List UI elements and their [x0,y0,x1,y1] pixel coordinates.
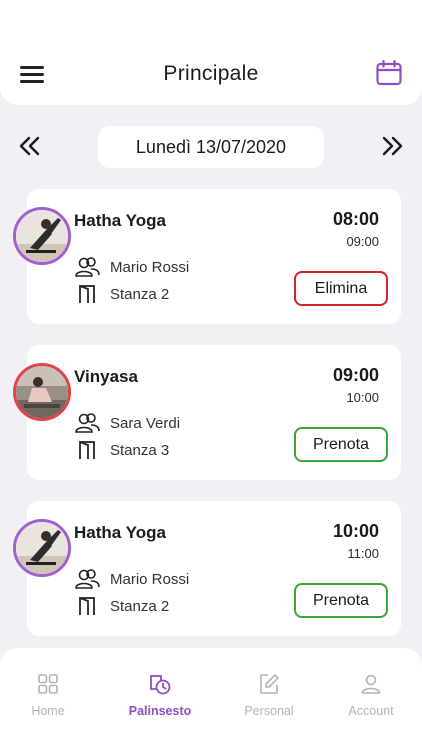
tab-personal[interactable]: Personal [224,672,314,720]
end-time: 10:00 [346,390,379,405]
schedule-icon [148,672,172,696]
instructor-row: Mario Rossi [74,568,189,590]
grid-icon [36,672,60,696]
top-header: Principale [0,0,422,105]
tab-label: Account [348,704,394,718]
door-icon [74,439,100,461]
class-name: Hatha Yoga [74,523,166,542]
room-name: Stanza 3 [110,441,170,459]
start-time: 08:00 [332,209,379,229]
door-icon [74,595,100,617]
instructor-avatar [13,207,71,265]
calendar-icon[interactable] [375,59,403,87]
instructor-row: Sara Verdi [74,412,180,434]
double-chevron-right-icon[interactable] [380,134,404,158]
current-date[interactable]: Lunedì 13/07/2020 [98,126,324,168]
instructor-name: Mario Rossi [110,570,190,588]
book-class-button[interactable]: Prenota [294,427,388,462]
user-icon [359,672,383,696]
tab-home[interactable]: Home [3,672,93,720]
date-navigation: Lunedì 13/07/2020 [0,126,422,168]
end-time: 09:00 [346,234,379,249]
users-icon [74,412,100,434]
page-title: Principale [163,62,259,85]
instructor-name: Sara Verdi [110,414,181,432]
room-row: Stanza 2 [74,283,169,305]
class-card[interactable]: Hatha Yoga 08:00 09:00 Mario Rossi Stanz… [13,189,401,324]
tab-label: Home [31,704,65,718]
class-name: Hatha Yoga [74,211,166,230]
class-name: Vinyasa [74,367,138,386]
door-icon [74,283,100,305]
instructor-avatar [13,363,71,421]
room-row: Stanza 2 [74,595,169,617]
double-chevron-left-icon[interactable] [18,134,42,158]
users-icon [74,568,100,590]
instructor-row: Mario Rossi [74,256,189,278]
start-time: 09:00 [332,365,379,385]
class-card[interactable]: Vinyasa 09:00 10:00 Sara Verdi Stanza 3 … [13,345,401,480]
users-icon [74,256,100,278]
end-time: 11:00 [347,546,379,561]
room-name: Stanza 2 [110,597,170,615]
tab-label: Personal [244,704,294,718]
room-name: Stanza 2 [110,285,170,303]
tab-label: Palinsesto [128,704,192,718]
class-card[interactable]: Hatha Yoga 10:00 11:00 Mario Rossi Stanz… [13,501,401,636]
start-time: 10:00 [332,521,379,541]
edit-icon [257,672,281,696]
room-row: Stanza 3 [74,439,169,461]
book-class-button[interactable]: Prenota [294,583,388,618]
tab-palinsesto[interactable]: Palinsesto [115,672,205,720]
instructor-name: Mario Rossi [110,258,190,276]
tab-account[interactable]: Account [326,672,416,720]
instructor-avatar [13,519,71,577]
delete-booking-button[interactable]: Elimina [294,271,388,306]
bottom-tab-bar: Home Palinsesto Personal Account [0,648,422,750]
